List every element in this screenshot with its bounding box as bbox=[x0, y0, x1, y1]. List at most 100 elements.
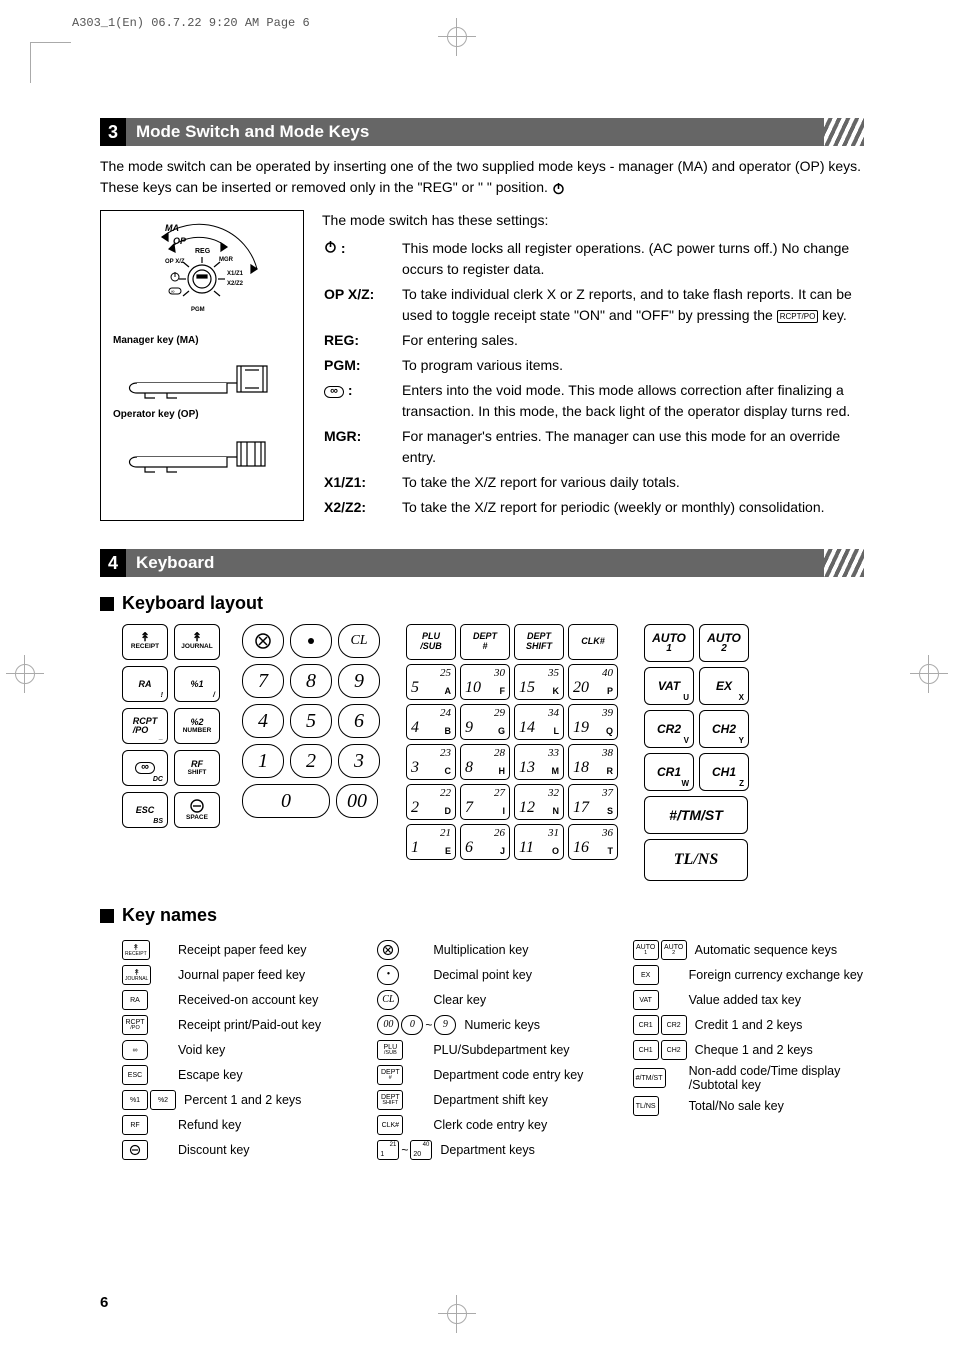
key-name-label: Clear key bbox=[433, 993, 608, 1007]
transaction-key: CR2V bbox=[644, 710, 694, 748]
key-name-label: Escape key bbox=[178, 1068, 353, 1082]
key-icon-group: RA bbox=[122, 990, 170, 1010]
key-name-label: Department keys bbox=[440, 1143, 608, 1157]
settings-table: :This mode locks all register operations… bbox=[322, 235, 864, 521]
key-icon-group: ↟JOURNAL bbox=[122, 965, 170, 985]
section-3-number: 3 bbox=[100, 118, 126, 146]
key-name-label: Multiplication key bbox=[433, 943, 608, 957]
key-name-label: Receipt print/Paid-out key bbox=[178, 1018, 353, 1032]
key-name-row: ↟JOURNAL Journal paper feed key bbox=[122, 964, 353, 986]
dept-key: 3818R bbox=[568, 744, 618, 780]
key-name-row: DEPTSHIFTDepartment shift key bbox=[377, 1089, 608, 1111]
key-icon-group: CL bbox=[377, 990, 425, 1010]
key-names-col-3: AUTO1AUTO2Automatic sequence keys EXForei… bbox=[633, 936, 864, 1164]
key-names-heading: Key names bbox=[100, 905, 864, 926]
key-icon-group bbox=[377, 940, 425, 960]
svg-text:∞: ∞ bbox=[171, 289, 175, 295]
key-name-row: Multiplication key bbox=[377, 939, 608, 961]
key-icon-group: AUTO1AUTO2 bbox=[633, 940, 687, 960]
crop-mark bbox=[30, 42, 71, 83]
key-name-row: ↟RECEIPTReceipt paper feed key bbox=[122, 939, 353, 961]
key-name-row: VATValue added tax key bbox=[633, 989, 864, 1011]
keyboard-layout: ↟RECEIPT↟JOURNALRA!%1/RCPT/PO_%2NUMBERDC… bbox=[100, 624, 864, 881]
numpad-key bbox=[290, 624, 332, 658]
section-3-intro-text: The mode switch can be operated by inser… bbox=[100, 158, 861, 195]
dept-grid: PLU/SUBDEPT#DEPTSHIFTCLK#255A3010F3515K4… bbox=[406, 624, 618, 860]
dept-key: 233C bbox=[406, 744, 456, 780]
right-key-column: AUTO1AUTO2VATUEXXCR2VCH2YCR1WCH1Z#/TM/ST… bbox=[644, 624, 749, 881]
transaction-key: AUTO2 bbox=[699, 624, 749, 662]
key-name-label: Credit 1 and 2 keys bbox=[695, 1018, 864, 1032]
key-name-row: ∞ Void key bbox=[122, 1039, 353, 1061]
dept-key: 3313M bbox=[514, 744, 564, 780]
key-name-label: Decimal point key bbox=[433, 968, 608, 982]
key-icon-group: CH1CH2 bbox=[633, 1040, 687, 1060]
key-name-label: Total/No sale key bbox=[689, 1099, 864, 1113]
key-name-label: Percent 1 and 2 keys bbox=[184, 1093, 353, 1107]
svg-text:OP: OP bbox=[173, 236, 187, 246]
key-name-label: Department code entry key bbox=[433, 1068, 608, 1082]
dept-key: 299G bbox=[460, 704, 510, 740]
numpad-key: CL bbox=[338, 624, 380, 658]
key-name-label: Journal paper feed key bbox=[178, 968, 353, 982]
dept-key: 3212N bbox=[514, 784, 564, 820]
transaction-key: #/TM/ST bbox=[644, 796, 748, 834]
key-name-row: AUTO1AUTO2Automatic sequence keys bbox=[633, 939, 864, 961]
settings-intro: The mode switch has these settings: bbox=[322, 210, 864, 231]
key-name-row: CR1CR2Credit 1 and 2 keys bbox=[633, 1014, 864, 1036]
transaction-key: EXX bbox=[699, 667, 749, 705]
numpad-key: 9 bbox=[338, 664, 380, 698]
key-name-row: PLU/SUBPLU/Subdepartment key bbox=[377, 1039, 608, 1061]
bullet-square bbox=[100, 909, 114, 923]
key-name-row: EXForeign currency exchange key bbox=[633, 964, 864, 986]
svg-text:MGR: MGR bbox=[219, 257, 234, 263]
function-key: RCPT/PO_ bbox=[122, 708, 168, 744]
key-icon-group: %1%2 bbox=[122, 1090, 176, 1110]
numpad-key: 1 bbox=[242, 744, 284, 778]
bullet-square bbox=[100, 597, 114, 611]
dept-key: 3111O bbox=[514, 824, 564, 860]
dept-key: 255A bbox=[406, 664, 456, 700]
key-name-row: DEPT#Department code entry key bbox=[377, 1064, 608, 1086]
key-name-row: TL/NSTotal/No sale key bbox=[633, 1095, 864, 1117]
key-icon-group: 000~9 bbox=[377, 1015, 456, 1035]
keyboard-layout-title: Keyboard layout bbox=[122, 593, 263, 614]
dept-key: 3414L bbox=[514, 704, 564, 740]
dept-key: 266J bbox=[460, 824, 510, 860]
key-name-label: Refund key bbox=[178, 1118, 353, 1132]
section-4-number: 4 bbox=[100, 549, 126, 577]
key-icon-group: RF bbox=[122, 1115, 170, 1135]
numpad-key: 6 bbox=[338, 704, 380, 738]
key-name-row: CLK#Clerk code entry key bbox=[377, 1114, 608, 1136]
key-names-title: Key names bbox=[122, 905, 217, 926]
page-number: 6 bbox=[100, 1294, 108, 1311]
numpad-key: 5 bbox=[290, 704, 332, 738]
svg-text:PGM: PGM bbox=[191, 307, 205, 313]
function-key: ↟RECEIPT bbox=[122, 624, 168, 660]
numpad-key: 7 bbox=[242, 664, 284, 698]
numpad-key: 4 bbox=[242, 704, 284, 738]
numpad-key: 3 bbox=[338, 744, 380, 778]
svg-text:X1/Z1: X1/Z1 bbox=[227, 271, 244, 277]
key-name-label: Foreign currency exchange key bbox=[689, 968, 864, 982]
numpad-key: 8 bbox=[290, 664, 332, 698]
key-name-label: PLU/Subdepartment key bbox=[433, 1043, 608, 1057]
function-key: %2NUMBER bbox=[174, 708, 220, 744]
function-key: ↟JOURNAL bbox=[174, 624, 220, 660]
key-name-label: Receipt paper feed key bbox=[178, 943, 353, 957]
transaction-key: CH1Z bbox=[699, 753, 749, 791]
section-4-heading: 4 Keyboard bbox=[100, 549, 864, 577]
transaction-key: CR1W bbox=[644, 753, 694, 791]
key-icon-group: ∞ bbox=[122, 1040, 170, 1060]
svg-text:OP X/Z: OP X/Z bbox=[165, 259, 185, 265]
dept-key: 288H bbox=[460, 744, 510, 780]
key-name-row: Discount key bbox=[122, 1139, 353, 1161]
operator-key-icon bbox=[117, 422, 287, 477]
key-name-label: Void key bbox=[178, 1043, 353, 1057]
mode-settings-list: The mode switch has these settings: :Thi… bbox=[322, 210, 864, 521]
dept-key: 3717S bbox=[568, 784, 618, 820]
function-key: %1/ bbox=[174, 666, 220, 702]
key-names-col-1: ↟RECEIPTReceipt paper feed key ↟JOURNAL Jo… bbox=[122, 936, 353, 1164]
transaction-key: AUTO1 bbox=[644, 624, 694, 662]
key-name-label: Numeric keys bbox=[464, 1018, 608, 1032]
